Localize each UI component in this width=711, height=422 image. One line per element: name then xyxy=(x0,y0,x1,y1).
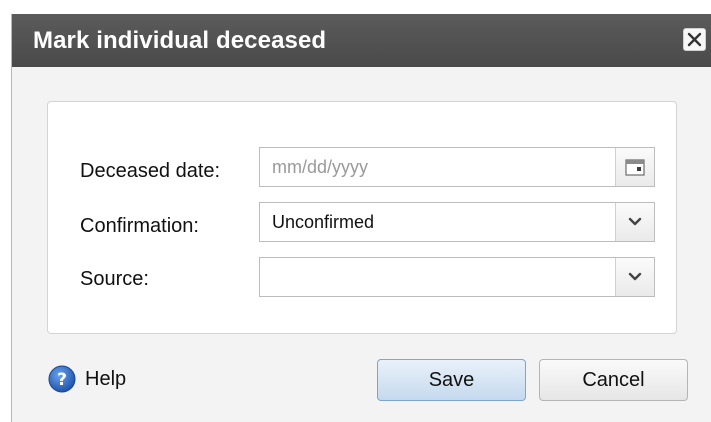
form-panel: Deceased date: mm/dd/yyyy Confirmation: … xyxy=(47,101,677,334)
deceased-date-placeholder: mm/dd/yyyy xyxy=(272,156,369,177)
chevron-down-icon xyxy=(628,272,642,281)
calendar-icon xyxy=(625,159,645,176)
source-label: Source: xyxy=(80,268,149,290)
help-link[interactable]: ? Help xyxy=(48,365,126,393)
chevron-down-icon xyxy=(628,217,642,226)
confirmation-label: Confirmation: xyxy=(80,215,199,237)
deceased-date-label: Deceased date: xyxy=(80,160,221,182)
confirmation-dropdown-button[interactable] xyxy=(615,203,654,241)
calendar-button[interactable] xyxy=(615,148,654,186)
save-button[interactable]: Save xyxy=(377,359,526,401)
svg-text:?: ? xyxy=(57,370,67,390)
deceased-date-field[interactable]: mm/dd/yyyy xyxy=(259,147,655,187)
dialog-titlebar: Mark individual deceased xyxy=(12,14,711,67)
source-select[interactable] xyxy=(259,257,655,297)
cancel-button[interactable]: Cancel xyxy=(539,359,688,401)
mark-deceased-dialog: Mark individual deceased Deceased date: … xyxy=(11,14,711,422)
dialog-title: Mark individual deceased xyxy=(33,27,327,54)
close-icon xyxy=(687,32,702,47)
help-label: Help xyxy=(85,367,127,390)
close-button[interactable] xyxy=(683,28,706,51)
help-icon: ? xyxy=(48,365,76,393)
confirmation-value: Unconfirmed xyxy=(272,211,375,232)
confirmation-select[interactable]: Unconfirmed xyxy=(259,202,655,242)
source-dropdown-button[interactable] xyxy=(615,258,654,296)
